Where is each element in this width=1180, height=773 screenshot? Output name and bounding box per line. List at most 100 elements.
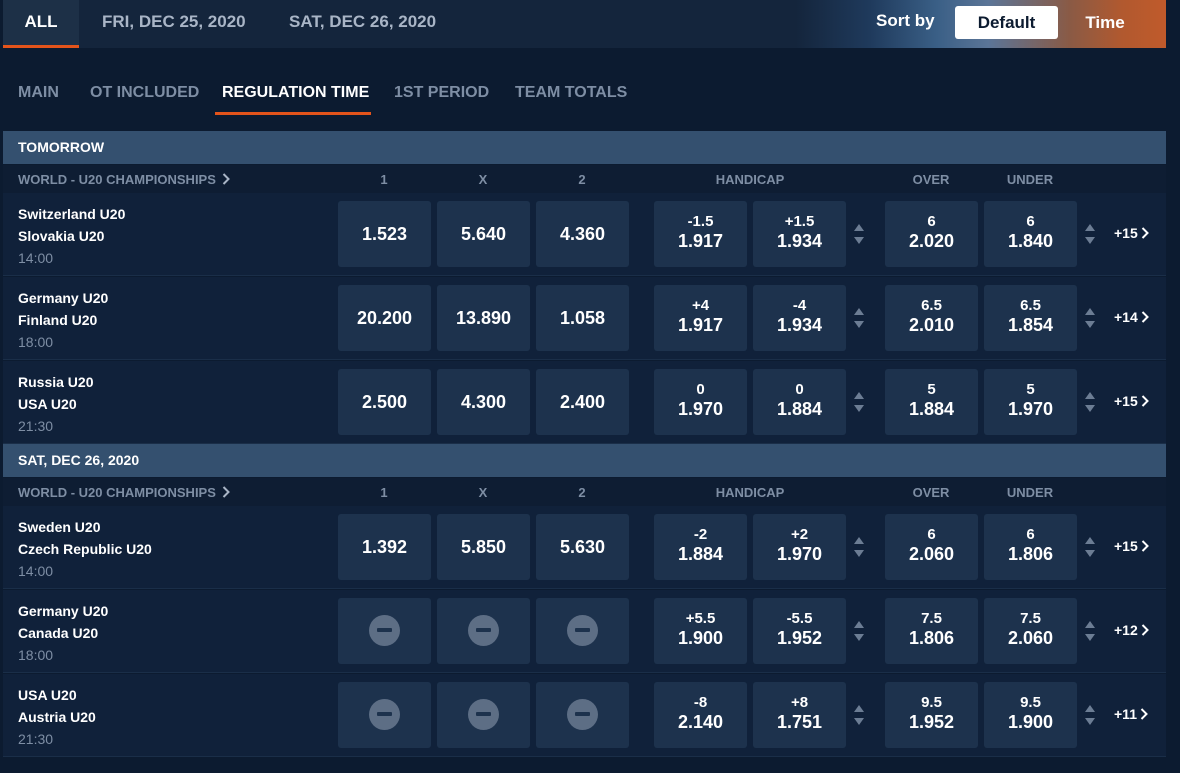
- tab-ot-included[interactable]: OT INCLUDED: [90, 84, 199, 102]
- odds-line: 9.5: [1020, 694, 1041, 711]
- handicap-home-button[interactable]: 0 1.970: [654, 369, 747, 435]
- alt-lines-icon[interactable]: [1084, 223, 1096, 245]
- home-team[interactable]: Germany U20: [18, 290, 108, 306]
- handicap-away-button[interactable]: -5.5 1.952: [753, 598, 846, 664]
- odds-line: -2: [693, 526, 708, 543]
- odds-1-button[interactable]: 20.200: [338, 285, 431, 351]
- alt-lines-icon[interactable]: [853, 704, 865, 726]
- over-button[interactable]: 7.5 1.806: [885, 598, 978, 664]
- handicap-away-button[interactable]: +2 1.970: [753, 514, 846, 580]
- under-button[interactable]: 7.5 2.060: [984, 598, 1077, 664]
- odds-line: 0: [795, 381, 804, 398]
- alt-lines-icon[interactable]: [853, 223, 865, 245]
- alt-lines-icon[interactable]: [1084, 536, 1096, 558]
- sort-default-button[interactable]: Default: [955, 6, 1058, 39]
- more-markets-link[interactable]: +15: [1114, 393, 1149, 409]
- away-team[interactable]: Austria U20: [18, 709, 96, 725]
- league-link[interactable]: WORLD - U20 CHAMPIONSHIPS: [18, 172, 230, 187]
- home-team[interactable]: Sweden U20: [18, 519, 100, 535]
- odds-x-button[interactable]: 13.890: [437, 285, 530, 351]
- away-team[interactable]: Finland U20: [18, 312, 97, 328]
- handicap-home-button[interactable]: -1.5 1.917: [654, 201, 747, 267]
- odds-price: 2.140: [677, 712, 724, 732]
- away-team[interactable]: Canada U20: [18, 625, 98, 641]
- home-team[interactable]: Germany U20: [18, 603, 108, 619]
- more-markets-link[interactable]: +15: [1114, 538, 1149, 554]
- alt-lines-icon[interactable]: [1084, 620, 1096, 642]
- home-team[interactable]: Switzerland U20: [18, 206, 125, 222]
- odds-1-button[interactable]: 1.523: [338, 201, 431, 267]
- date-tab-sat[interactable]: SAT, DEC 26, 2020: [289, 0, 436, 48]
- over-button[interactable]: 6 2.060: [885, 514, 978, 580]
- handicap-home-button[interactable]: +4 1.917: [654, 285, 747, 351]
- under-button[interactable]: 6 1.840: [984, 201, 1077, 267]
- odds-2-button[interactable]: 5.630: [536, 514, 629, 580]
- alt-lines-icon[interactable]: [853, 391, 865, 413]
- over-button[interactable]: 6.5 2.010: [885, 285, 978, 351]
- odds-line: +2: [790, 526, 809, 543]
- odds-2-button[interactable]: 2.400: [536, 369, 629, 435]
- alt-lines-icon[interactable]: [1084, 391, 1096, 413]
- date-tab-fri[interactable]: FRI, DEC 25, 2020: [102, 0, 246, 48]
- odds-line: -4: [792, 297, 807, 314]
- tab-regulation-time[interactable]: REGULATION TIME: [222, 84, 369, 102]
- odds-x-button[interactable]: 4.300: [437, 369, 530, 435]
- league-link[interactable]: WORLD - U20 CHAMPIONSHIPS: [18, 485, 230, 500]
- odds-2-button[interactable]: 1.058: [536, 285, 629, 351]
- odds-price: 1.884: [776, 399, 823, 419]
- over-button[interactable]: 5 1.884: [885, 369, 978, 435]
- league-name: WORLD - U20 CHAMPIONSHIPS: [18, 485, 216, 500]
- odds-price: 2.060: [1007, 628, 1054, 648]
- odds-line: 5: [927, 381, 936, 398]
- under-button[interactable]: 6 1.806: [984, 514, 1077, 580]
- odds-1-button[interactable]: 2.500: [338, 369, 431, 435]
- odds-value: 13.890: [455, 308, 512, 328]
- odds-x-button[interactable]: 5.850: [437, 514, 530, 580]
- home-team[interactable]: Russia U20: [18, 374, 93, 390]
- event-time: 14:00: [18, 250, 54, 266]
- alt-lines-icon[interactable]: [853, 307, 865, 329]
- odds-1-button[interactable]: 1.392: [338, 514, 431, 580]
- handicap-home-button[interactable]: -8 2.140: [654, 682, 747, 748]
- handicap-away-button[interactable]: +8 1.751: [753, 682, 846, 748]
- under-button[interactable]: 5 1.970: [984, 369, 1077, 435]
- odds-x-button[interactable]: 5.640: [437, 201, 530, 267]
- alt-lines-icon[interactable]: [853, 536, 865, 558]
- alt-lines-icon[interactable]: [1084, 704, 1096, 726]
- event-time: 18:00: [18, 647, 54, 663]
- more-markets-link[interactable]: +12: [1114, 622, 1149, 638]
- odds-value: 2.400: [559, 392, 606, 412]
- over-button[interactable]: 6 2.020: [885, 201, 978, 267]
- handicap-home-button[interactable]: +5.5 1.900: [654, 598, 747, 664]
- sort-time-button[interactable]: Time: [1075, 6, 1135, 39]
- home-team[interactable]: USA U20: [18, 687, 77, 703]
- alt-lines-icon[interactable]: [853, 620, 865, 642]
- handicap-away-button[interactable]: 0 1.884: [753, 369, 846, 435]
- odds-2-button[interactable]: 4.360: [536, 201, 629, 267]
- more-markets-link[interactable]: +11: [1114, 706, 1148, 722]
- away-team[interactable]: Slovakia U20: [18, 228, 104, 244]
- alt-lines-icon[interactable]: [1084, 307, 1096, 329]
- tab-team-totals[interactable]: TEAM TOTALS: [515, 84, 627, 102]
- under-button[interactable]: 9.5 1.900: [984, 682, 1077, 748]
- odds-price: 1.934: [776, 315, 823, 335]
- away-team[interactable]: Czech Republic U20: [18, 541, 152, 557]
- more-markets-link[interactable]: +15: [1114, 225, 1149, 241]
- odds-price: 1.970: [776, 544, 823, 564]
- odds-price: 1.917: [677, 315, 724, 335]
- tab-main[interactable]: MAIN: [18, 84, 59, 102]
- odds-line: 7.5: [921, 610, 942, 627]
- locked-icon: [369, 615, 400, 646]
- under-button[interactable]: 6.5 1.854: [984, 285, 1077, 351]
- odds-line: 9.5: [921, 694, 942, 711]
- over-button[interactable]: 9.5 1.952: [885, 682, 978, 748]
- away-team[interactable]: USA U20: [18, 396, 77, 412]
- more-markets-link[interactable]: +14: [1114, 309, 1149, 325]
- handicap-home-button[interactable]: -2 1.884: [654, 514, 747, 580]
- date-tab-all[interactable]: ALL: [3, 0, 79, 48]
- handicap-away-button[interactable]: +1.5 1.934: [753, 201, 846, 267]
- locked-icon: [369, 699, 400, 730]
- tab-1st-period[interactable]: 1ST PERIOD: [394, 84, 489, 102]
- handicap-away-button[interactable]: -4 1.934: [753, 285, 846, 351]
- column-headers: WORLD - U20 CHAMPIONSHIPS 1 X 2 HANDICAP OVER…: [3, 478, 1166, 506]
